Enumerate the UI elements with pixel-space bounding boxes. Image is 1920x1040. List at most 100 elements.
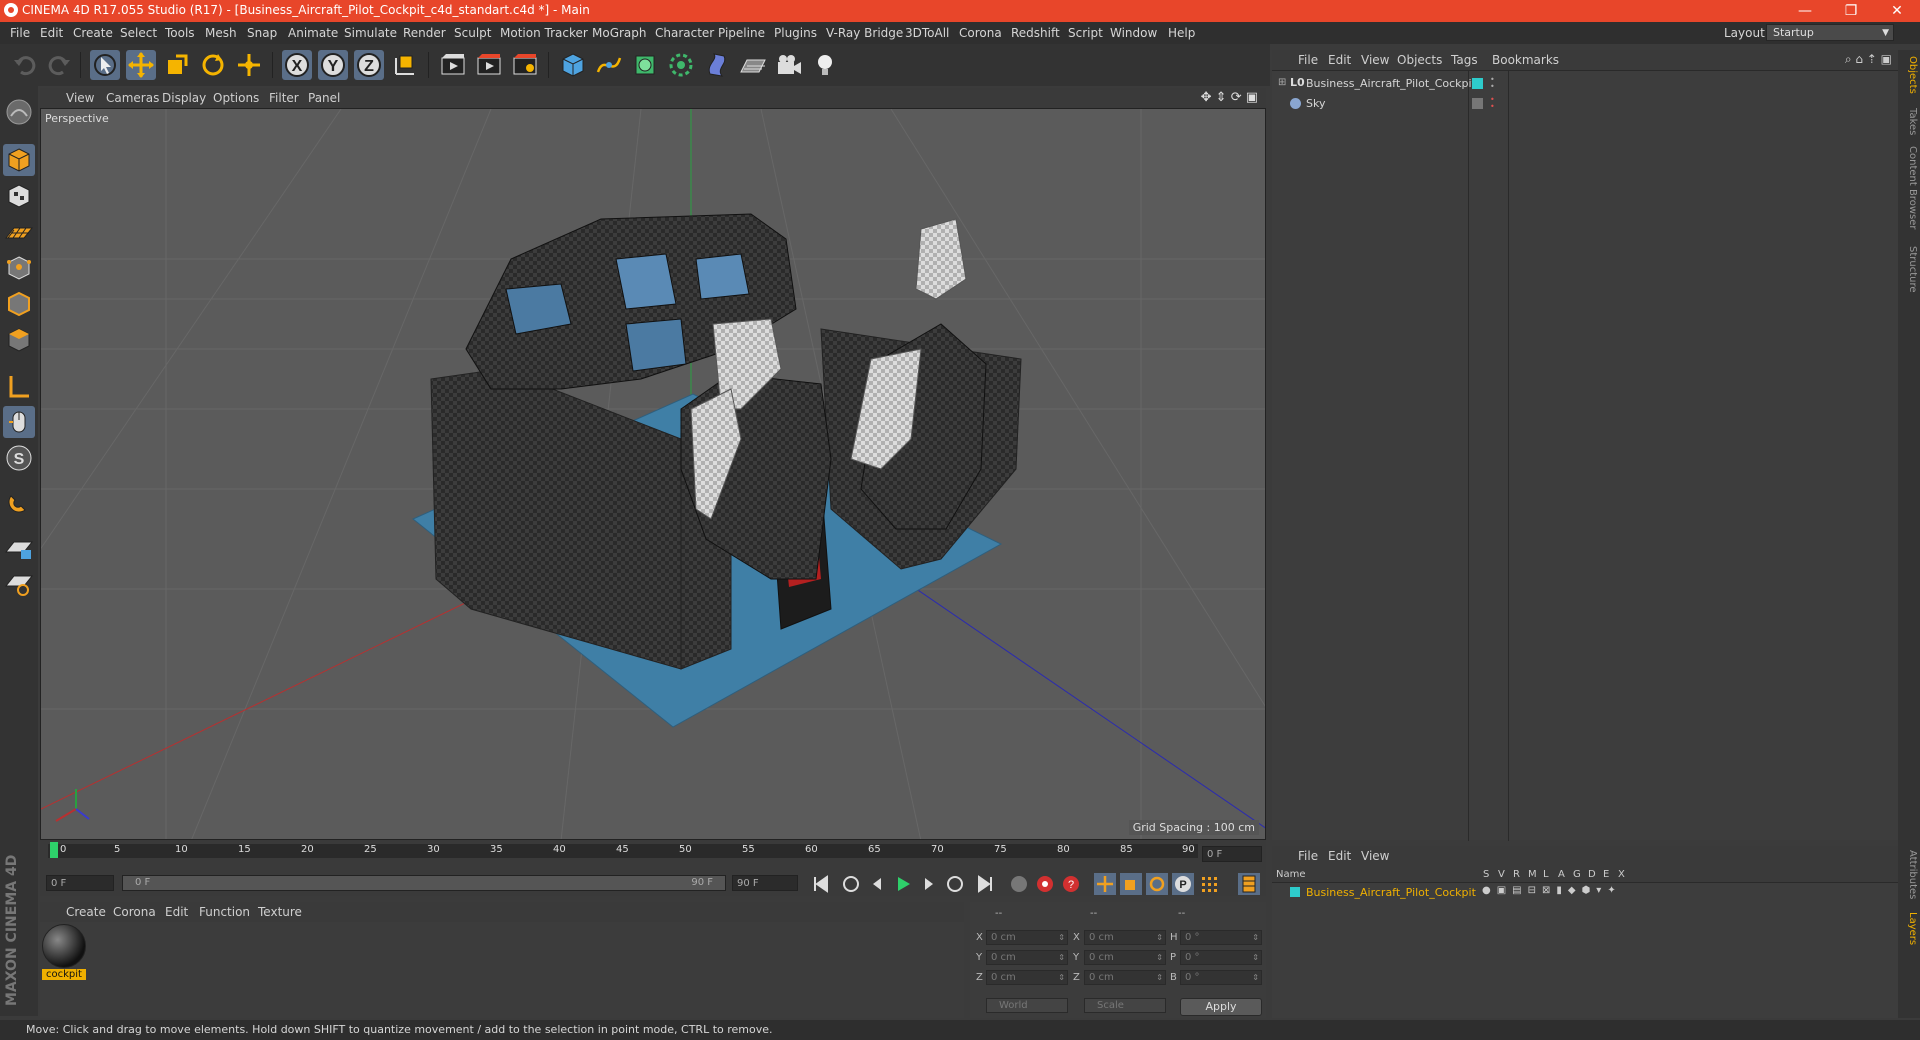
scale-icon[interactable] bbox=[162, 50, 192, 80]
om-menu-edit[interactable]: Edit bbox=[1328, 53, 1351, 67]
edges-mode-icon[interactable] bbox=[3, 288, 35, 320]
menu-sculpt[interactable]: Sculpt bbox=[454, 26, 491, 40]
workplane-icon[interactable] bbox=[3, 216, 35, 248]
menu-edit[interactable]: Edit bbox=[40, 26, 63, 40]
start-frame-field[interactable]: 0 F bbox=[46, 875, 114, 891]
rotation-p-field[interactable]: 0 ° bbox=[1180, 950, 1262, 965]
material-menu-create[interactable]: Create bbox=[66, 905, 106, 919]
key-scale-icon[interactable] bbox=[1120, 873, 1142, 895]
om-menu-bookmarks[interactable]: Bookmarks bbox=[1492, 53, 1559, 67]
undo-icon[interactable] bbox=[10, 50, 40, 80]
material-swatch[interactable]: cockpit bbox=[42, 924, 86, 980]
layer-color-swatch[interactable] bbox=[1290, 887, 1300, 897]
tab-layers[interactable]: Layers bbox=[1900, 912, 1918, 945]
tab-objects[interactable]: Objects bbox=[1900, 56, 1918, 94]
keyframe-selection-icon[interactable]: ? bbox=[1060, 873, 1082, 895]
go-to-end-icon[interactable] bbox=[974, 873, 996, 895]
menu-render[interactable]: Render bbox=[403, 26, 446, 40]
position-y-field[interactable]: 0 cm bbox=[986, 950, 1068, 965]
viewport-menu-cameras[interactable]: Cameras bbox=[106, 91, 159, 105]
om-menu-view[interactable]: View bbox=[1361, 53, 1389, 67]
world-coord-icon[interactable] bbox=[390, 50, 420, 80]
lm-menu-edit[interactable]: Edit bbox=[1328, 849, 1351, 863]
viewport-menu-display[interactable]: Display bbox=[162, 91, 206, 105]
menu-help[interactable]: Help bbox=[1168, 26, 1195, 40]
current-frame-field[interactable]: 0 F bbox=[1202, 846, 1262, 862]
key-pla-icon[interactable] bbox=[1198, 873, 1220, 895]
points-mode-icon[interactable] bbox=[3, 252, 35, 284]
tab-takes[interactable]: Takes bbox=[1900, 108, 1918, 135]
menu-window[interactable]: Window bbox=[1110, 26, 1157, 40]
material-menu-function[interactable]: Function bbox=[199, 905, 250, 919]
menu-plugins[interactable]: Plugins bbox=[774, 26, 817, 40]
position-z-field[interactable]: 0 cm bbox=[986, 970, 1068, 985]
rotate-icon[interactable] bbox=[198, 50, 228, 80]
size-z-field[interactable]: 0 cm bbox=[1084, 970, 1166, 985]
move-icon[interactable] bbox=[126, 50, 156, 80]
viewport-menu-view[interactable]: View bbox=[66, 91, 94, 105]
lm-menu-file[interactable]: File bbox=[1298, 849, 1318, 863]
light-icon[interactable] bbox=[810, 50, 840, 80]
menu-mesh[interactable]: Mesh bbox=[205, 26, 237, 40]
menu-tools[interactable]: Tools bbox=[165, 26, 195, 40]
maximize-button[interactable]: ❐ bbox=[1828, 0, 1874, 22]
size-mode-select[interactable]: Scale bbox=[1084, 998, 1166, 1013]
render-picture-viewer-icon[interactable] bbox=[474, 50, 504, 80]
viewport-nav-icons[interactable]: ✥ ⇕ ⟳ ▣ bbox=[1201, 90, 1258, 105]
autokey-icon[interactable] bbox=[1034, 873, 1056, 895]
tab-structure[interactable]: Structure bbox=[1900, 246, 1918, 293]
previous-key-icon[interactable] bbox=[840, 873, 862, 895]
rotation-h-field[interactable]: 0 ° bbox=[1180, 930, 1262, 945]
timeline-window-icon[interactable] bbox=[1238, 873, 1260, 895]
om-menu-file[interactable]: File bbox=[1298, 53, 1318, 67]
key-parameter-icon[interactable]: P bbox=[1172, 873, 1194, 895]
menu-vray-bridge[interactable]: V-Ray Bridge bbox=[826, 26, 903, 40]
layer-flag-icons[interactable]: ●▣▤⊟⊠▮◆⬢▾✦ bbox=[1482, 885, 1622, 896]
playhead[interactable] bbox=[50, 842, 58, 858]
array-icon[interactable] bbox=[666, 50, 696, 80]
key-rotation-icon[interactable] bbox=[1146, 873, 1168, 895]
select-arrow-icon[interactable] bbox=[90, 50, 120, 80]
transform-icon[interactable] bbox=[234, 50, 264, 80]
menu-redshift[interactable]: Redshift bbox=[1011, 26, 1060, 40]
layer-row[interactable]: Business_Aircraft_Pilot_Cockpit ●▣▤⊟⊠▮◆⬢… bbox=[1272, 884, 1898, 900]
snap-icon[interactable] bbox=[3, 488, 35, 520]
frame-range-slider[interactable]: 0 F 90 F bbox=[122, 875, 726, 891]
viewport-menu-filter[interactable]: Filter bbox=[269, 91, 299, 105]
lock-workplane-icon[interactable] bbox=[3, 532, 35, 564]
timeline-ruler[interactable]: 0 5 10 15 20 25 30 35 40 45 50 55 60 65 … bbox=[40, 840, 1266, 870]
redo-icon[interactable] bbox=[44, 50, 74, 80]
layout-select[interactable]: Startup ▼ bbox=[1766, 24, 1894, 41]
make-editable-icon[interactable] bbox=[3, 96, 35, 128]
x-axis-icon[interactable]: X bbox=[282, 50, 312, 80]
visibility-dots-icon[interactable]: • • bbox=[1490, 76, 1495, 91]
play-icon[interactable] bbox=[892, 873, 914, 895]
end-frame-field[interactable]: 90 F bbox=[732, 875, 798, 891]
coordinate-system-select[interactable]: World bbox=[986, 998, 1068, 1013]
tab-content-browser[interactable]: Content Browser bbox=[1900, 146, 1918, 229]
om-search-home-icons[interactable]: ⌕ ⌂ ⇡ ▣ bbox=[1845, 52, 1892, 67]
position-x-field[interactable]: 0 cm bbox=[986, 930, 1068, 945]
size-y-field[interactable]: 0 cm bbox=[1084, 950, 1166, 965]
next-key-icon[interactable] bbox=[944, 873, 966, 895]
minimize-button[interactable]: — bbox=[1782, 0, 1828, 22]
menu-motion-tracker[interactable]: Motion Tracker bbox=[500, 26, 588, 40]
object-row[interactable]: ⊞ L0 Business_Aircraft_Pilot_Cockpit • • bbox=[1272, 75, 1898, 93]
material-menu-texture[interactable]: Texture bbox=[258, 905, 302, 919]
lm-menu-view[interactable]: View bbox=[1361, 849, 1389, 863]
subdivision-icon[interactable] bbox=[630, 50, 660, 80]
z-axis-icon[interactable]: Z bbox=[354, 50, 384, 80]
render-settings-icon[interactable] bbox=[510, 50, 540, 80]
key-position-icon[interactable] bbox=[1094, 873, 1116, 895]
axis-mode-icon[interactable] bbox=[3, 370, 35, 402]
deformer-icon[interactable] bbox=[702, 50, 732, 80]
tab-attributes[interactable]: Attributes bbox=[1900, 850, 1918, 899]
layer-color-swatch[interactable] bbox=[1472, 98, 1483, 109]
menu-pipeline[interactable]: Pipeline bbox=[718, 26, 765, 40]
menu-3dtoall[interactable]: 3DToAll bbox=[905, 26, 949, 40]
expand-icon[interactable]: ⊞ bbox=[1278, 77, 1286, 88]
menu-simulate[interactable]: Simulate bbox=[344, 26, 397, 40]
viewport-menu-panel[interactable]: Panel bbox=[308, 91, 340, 105]
solo-icon[interactable]: S bbox=[3, 442, 35, 474]
floor-icon[interactable] bbox=[738, 50, 768, 80]
